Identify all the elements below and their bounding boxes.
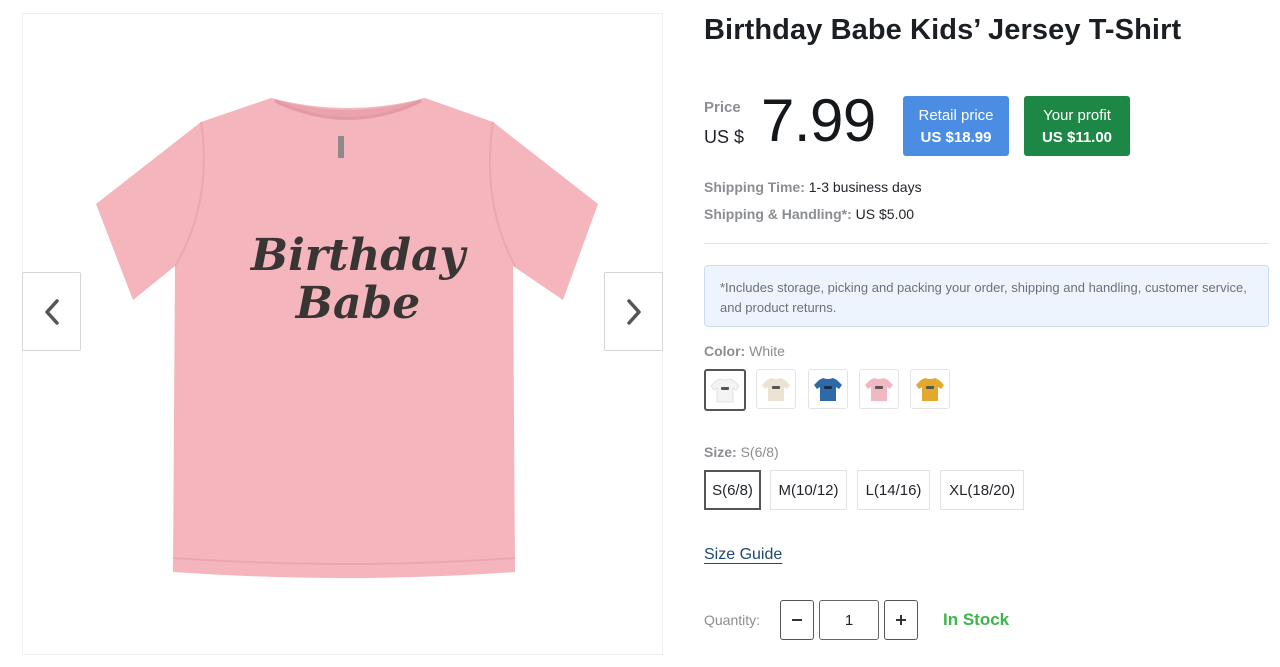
size-option-m[interactable]: M(10/12) (770, 470, 847, 510)
color-swatch-natural[interactable] (756, 369, 796, 409)
color-swatch-white[interactable] (704, 369, 746, 411)
tshirt-thumbnail-icon (865, 378, 893, 401)
size-option-l[interactable]: L(14/16) (857, 470, 930, 510)
shipping-time: Shipping Time: 1-3 business days (704, 179, 922, 195)
tshirt-thumbnail-icon (762, 378, 790, 401)
color-label-title: Color: (704, 343, 746, 359)
shipping-handling: Shipping & Handling*: US $5.00 (704, 206, 914, 222)
size-guide-link[interactable]: Size Guide (704, 546, 782, 564)
shirt-print-line2: Babe (294, 278, 420, 329)
product-title: Birthday Babe Kids’ Jersey T-Shirt (704, 14, 1182, 46)
product-gallery: Birthday Babe (22, 13, 663, 655)
size-label: Size: S(6/8) (704, 444, 779, 460)
price-value: 7.99 (761, 87, 876, 154)
product-image: Birthday Babe (96, 98, 598, 578)
price-currency: US $ (704, 127, 745, 147)
retail-price-amount: US $18.99 (920, 129, 992, 146)
shirt-print-line1: Birthday (249, 230, 469, 281)
color-swatch-mustard[interactable] (910, 369, 950, 409)
size-label-title: Size: (704, 444, 737, 460)
shipping-time-label: Shipping Time: (704, 179, 805, 195)
tshirt-shape (96, 98, 598, 578)
tshirt-thumbnail-icon (916, 378, 944, 401)
stock-status: In Stock (943, 610, 1010, 629)
quantity-label: Quantity: (704, 612, 761, 628)
plus-icon (896, 615, 906, 625)
price-label: Price (704, 99, 741, 116)
tshirt-thumbnail-icon (710, 378, 740, 403)
gallery-next-button[interactable] (604, 272, 663, 351)
divider (704, 243, 1269, 244)
size-selected-value: S(6/8) (740, 444, 779, 460)
chevron-left-icon (44, 298, 59, 325)
tshirt-thumbnail-icon (814, 378, 842, 401)
quantity-input[interactable] (819, 600, 879, 640)
profit-badge: Your profit US $11.00 (1024, 96, 1130, 156)
shipping-notice: *Includes storage, picking and packing y… (704, 265, 1269, 327)
color-swatch-blue[interactable] (808, 369, 848, 409)
retail-price-badge: Retail price US $18.99 (903, 96, 1009, 156)
quantity-decrease-button[interactable] (780, 600, 814, 640)
gallery-prev-button[interactable] (22, 272, 81, 351)
retail-price-label: Retail price (918, 107, 994, 124)
shipping-handling-value: US $5.00 (855, 206, 915, 222)
size-option-s[interactable]: S(6/8) (704, 470, 761, 510)
profit-label: Your profit (1043, 107, 1111, 124)
size-option-xl[interactable]: XL(18/20) (940, 470, 1024, 510)
color-swatch-pink[interactable] (859, 369, 899, 409)
profit-amount: US $11.00 (1041, 129, 1113, 146)
color-label: Color: White (704, 343, 785, 359)
shipping-handling-label: Shipping & Handling*: (704, 206, 852, 222)
shipping-time-value: 1-3 business days (808, 179, 922, 195)
minus-icon (792, 619, 802, 621)
quantity-increase-button[interactable] (884, 600, 918, 640)
color-selected-value: White (749, 343, 785, 359)
chevron-right-icon (626, 298, 641, 325)
